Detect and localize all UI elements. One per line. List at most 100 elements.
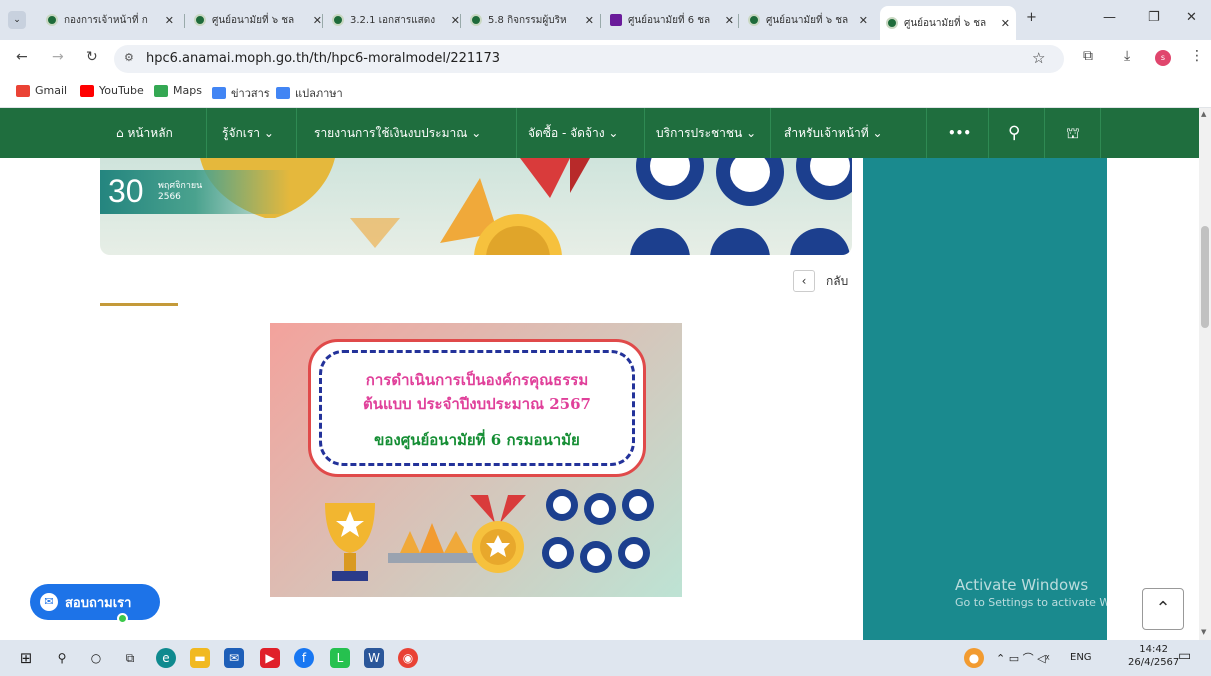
- date-year: 2566: [158, 192, 181, 202]
- tray-icons[interactable]: ⌃ ▭ ⌒ ◁ᵡ: [996, 650, 1050, 666]
- anamai-logo-icon: [748, 14, 760, 26]
- bookmark-translate[interactable]: แปลภาษา: [276, 84, 343, 102]
- browser-tab-6[interactable]: ศูนย์อนามัยที่ ๖ ชล ✕: [742, 8, 874, 32]
- chevron-up-icon: ⌃: [1155, 598, 1171, 619]
- site-nav: ⌂ หน้าหลัก รู้จักเรา ⌄ รายงานการใช้เงินง…: [0, 108, 1199, 158]
- scrollbar-thumb[interactable]: [1201, 226, 1209, 328]
- back-link[interactable]: กลับ: [826, 272, 848, 291]
- reload-icon[interactable]: ↻: [86, 49, 98, 65]
- close-icon[interactable]: ✕: [853, 14, 868, 27]
- restore-icon[interactable]: ❐: [1148, 10, 1160, 25]
- browser-tab-1[interactable]: กองการเจ้าหน้าที่ ก ✕: [40, 8, 180, 32]
- nav-home[interactable]: ⌂ หน้าหลัก: [116, 108, 173, 158]
- windows-taskbar: ⊞ ⚲ ○ ⧉ e ▬ ✉ ▶ f L W ◉ ● ⌃ ▭ ⌒ ◁ᵡ ENG 1…: [0, 640, 1211, 676]
- menu-kebab-icon[interactable]: ⋮: [1190, 48, 1204, 64]
- close-icon[interactable]: ✕: [445, 14, 460, 27]
- right-sidebar: [863, 158, 1107, 640]
- poster-title-line-2: ต้นแบบ ประจำปีงบประมาณ 2567: [363, 395, 591, 413]
- anamai-logo-icon: [46, 14, 58, 26]
- tab-title: ศูนย์อนามัยที่ ๖ ชล: [212, 14, 295, 26]
- bookmark-news[interactable]: ข่าวสาร: [212, 84, 270, 102]
- bookmarks-bar: Gmail YouTube Maps ข่าวสาร แปลภาษา: [0, 76, 1211, 108]
- new-tab-icon[interactable]: +: [1026, 10, 1037, 25]
- tab-title: กองการเจ้าหน้าที่ ก: [64, 14, 148, 26]
- nav-services[interactable]: บริการประชาชน ⌄: [656, 108, 756, 158]
- nav-about[interactable]: รู้จักเรา ⌄: [222, 108, 274, 158]
- download-icon[interactable]: ⤓: [1124, 48, 1130, 64]
- back-arrow-icon[interactable]: ←: [16, 49, 28, 65]
- title-underline: [100, 303, 178, 306]
- cortana-icon[interactable]: ○: [86, 648, 106, 668]
- close-icon[interactable]: ✕: [579, 14, 594, 27]
- youtube-icon[interactable]: ▶: [260, 648, 280, 668]
- nav-more[interactable]: •••: [948, 108, 971, 158]
- facebook-icon[interactable]: f: [294, 648, 314, 668]
- poster-title-frame: การดำเนินการเป็นองค์กรคุณธรรม ต้นแบบ ประ…: [308, 339, 646, 477]
- article-poster-image: การดำเนินการเป็นองค์กรคุณธรรม ต้นแบบ ประ…: [270, 323, 682, 597]
- windows-start-icon[interactable]: ⊞: [16, 648, 36, 668]
- omnibox[interactable]: ⚙ hpc6.anamai.moph.go.th/th/hpc6-moralmo…: [114, 45, 1064, 73]
- page-scrollbar[interactable]: ▲ ▼: [1199, 108, 1211, 640]
- forward-arrow-icon[interactable]: →: [52, 49, 64, 65]
- scroll-up-arrow-icon[interactable]: ▲: [1201, 110, 1206, 118]
- chat-label: สอบถามเรา: [65, 595, 132, 611]
- search-icon[interactable]: ⚲: [1008, 108, 1020, 158]
- chat-button[interactable]: ✉ สอบถามเรา: [30, 584, 160, 620]
- bookmark-gmail[interactable]: Gmail: [16, 84, 67, 97]
- chrome-icon[interactable]: ◉: [398, 648, 418, 668]
- translate-icon: [276, 87, 290, 99]
- close-window-icon[interactable]: ✕: [1186, 10, 1197, 25]
- language-indicator[interactable]: ENG: [1070, 652, 1092, 663]
- tab-title: ศูนย์อนามัยที่ ๖ ชล: [766, 14, 849, 26]
- page-viewport: ⌂ หน้าหลัก รู้จักเรา ⌄ รายงานการใช้เงินง…: [0, 108, 1199, 640]
- task-view-icon[interactable]: ⧉: [120, 648, 140, 668]
- close-icon[interactable]: ✕: [159, 14, 174, 27]
- tab-search-dropdown-icon[interactable]: ⌄: [8, 11, 26, 29]
- line-icon[interactable]: L: [330, 648, 350, 668]
- address-bar: ← → ↻ ⚙ hpc6.anamai.moph.go.th/th/hpc6-m…: [0, 40, 1211, 76]
- search-icon[interactable]: ⚲: [52, 648, 72, 668]
- online-status-dot: [117, 613, 128, 624]
- word-icon[interactable]: W: [364, 648, 384, 668]
- tab-title: 5.8 กิจกรรมผู้บริห: [488, 14, 567, 26]
- nav-procurement[interactable]: จัดซื้อ - จัดจ้าง ⌄: [528, 108, 618, 158]
- browser-tab-active[interactable]: ศูนย์อนามัยที่ ๖ ชล ✕: [880, 6, 1016, 40]
- browser-tab-4[interactable]: 5.8 กิจกรรมผู้บริห ✕: [464, 8, 600, 32]
- close-icon[interactable]: ✕: [995, 17, 1010, 30]
- edge-icon[interactable]: e: [156, 648, 176, 668]
- chevron-down-icon: ⌄: [604, 126, 619, 140]
- browser-tab-2[interactable]: ศูนย์อนามัยที่ ๖ ชล ✕: [188, 8, 328, 32]
- anamai-logo-icon: [470, 14, 482, 26]
- notification-badge-icon[interactable]: ●: [964, 648, 984, 668]
- close-icon[interactable]: ✕: [719, 14, 734, 27]
- system-clock[interactable]: 14:42 26/4/2567: [1128, 643, 1179, 669]
- messenger-icon: ✉: [40, 593, 58, 611]
- file-explorer-icon[interactable]: ▬: [190, 648, 210, 668]
- browser-tab-5[interactable]: ศูนย์อนามัยที่ 6 ชล ✕: [604, 8, 740, 32]
- scroll-to-top-button[interactable]: ⌃: [1142, 588, 1184, 630]
- scroll-down-arrow-icon[interactable]: ▼: [1201, 628, 1206, 636]
- bookmark-star-icon[interactable]: ☆: [1032, 49, 1045, 67]
- hero-banner: 30 พฤศจิกายน 2566: [100, 158, 852, 255]
- site-info-icon[interactable]: ⚙: [124, 51, 134, 64]
- news-icon: [212, 87, 226, 99]
- notification-center-icon[interactable]: ▭: [1178, 648, 1191, 664]
- url-text[interactable]: hpc6.anamai.moph.go.th/th/hpc6-moralmode…: [146, 51, 500, 66]
- profile-avatar[interactable]: s: [1155, 50, 1171, 66]
- sitemap-icon[interactable]: ⛫: [1066, 108, 1080, 158]
- browser-tab-3[interactable]: 3.2.1 เอกสารแสดง ✕: [326, 8, 466, 32]
- minimize-icon[interactable]: —: [1103, 10, 1116, 25]
- extensions-icon[interactable]: ⧉: [1083, 48, 1093, 64]
- bookmark-youtube[interactable]: YouTube: [80, 84, 144, 97]
- nav-budget[interactable]: รายงานการใช้เงินงบประมาณ ⌄: [314, 108, 481, 158]
- chevron-down-icon: ⌄: [742, 126, 757, 140]
- browser-tab-bar: ⌄ กองการเจ้าหน้าที่ ก ✕ ศูนย์อนามัยที่ ๖ …: [0, 0, 1211, 40]
- bookmark-maps[interactable]: Maps: [154, 84, 202, 97]
- close-icon[interactable]: ✕: [307, 14, 322, 27]
- nav-staff[interactable]: สำหรับเจ้าหน้าที่ ⌄: [784, 108, 883, 158]
- date-badge: 30 พฤศจิกายน 2566: [100, 170, 290, 214]
- mail-icon[interactable]: ✉: [224, 648, 244, 668]
- date-month: พฤศจิกายน: [158, 181, 203, 191]
- back-chevron-icon[interactable]: ‹: [793, 270, 815, 292]
- home-icon: ⌂: [116, 126, 128, 140]
